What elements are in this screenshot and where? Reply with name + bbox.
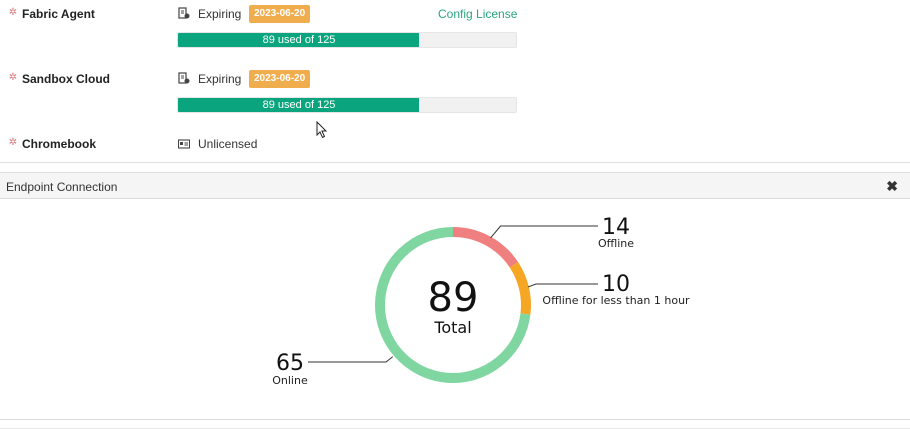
mouse-cursor-icon bbox=[316, 121, 328, 139]
bug-icon: ✲ bbox=[8, 72, 18, 83]
slice-name-label: Offline bbox=[598, 237, 634, 250]
slice-name-label: Offline for less than 1 hour bbox=[542, 294, 690, 307]
id-card-icon bbox=[178, 139, 190, 149]
expiry-date-badge: 2023-06-20 bbox=[249, 5, 311, 23]
center-total-label: Total bbox=[433, 318, 471, 337]
bug-icon: ✲ bbox=[8, 7, 18, 18]
divider bbox=[0, 428, 910, 429]
leader-line bbox=[527, 283, 598, 288]
endpoint-connection-donut-chart: 14Offline10Offline for less than 1 hour6… bbox=[272, 215, 690, 387]
usage-label: 89 used of 125 bbox=[262, 34, 336, 46]
product-name: Chromebook bbox=[22, 137, 97, 151]
license-usage-bar: 89 used of 125 bbox=[177, 97, 517, 113]
center-total-value: 89 bbox=[428, 275, 479, 321]
slice-name-label: Online bbox=[272, 374, 308, 387]
panel-header: Endpoint Connection ✖ bbox=[0, 172, 910, 199]
slice-value-label: 65 bbox=[276, 351, 304, 376]
config-license-link[interactable]: Config License bbox=[438, 7, 517, 21]
leader-line bbox=[308, 356, 394, 363]
product-name: Fabric Agent bbox=[22, 7, 95, 21]
divider bbox=[0, 162, 910, 163]
close-icon[interactable]: ✖ bbox=[886, 178, 898, 195]
bug-icon: ✲ bbox=[8, 137, 18, 148]
leader-line bbox=[490, 225, 598, 239]
expiry-date-badge: 2023-06-20 bbox=[249, 70, 311, 88]
license-expiring-icon bbox=[178, 72, 190, 84]
license-expiring-icon bbox=[178, 7, 190, 19]
divider bbox=[0, 419, 910, 420]
license-status: Expiring bbox=[198, 72, 242, 86]
license-status: Expiring bbox=[198, 7, 242, 21]
usage-label: 89 used of 125 bbox=[262, 99, 336, 111]
slice-offline-recent[interactable] bbox=[509, 262, 531, 315]
license-usage-bar: 89 used of 125 bbox=[177, 32, 517, 48]
product-name: Sandbox Cloud bbox=[22, 72, 110, 86]
slice-offline[interactable] bbox=[452, 227, 519, 268]
panel-title: Endpoint Connection bbox=[6, 180, 118, 194]
license-status: Unlicensed bbox=[198, 137, 258, 151]
